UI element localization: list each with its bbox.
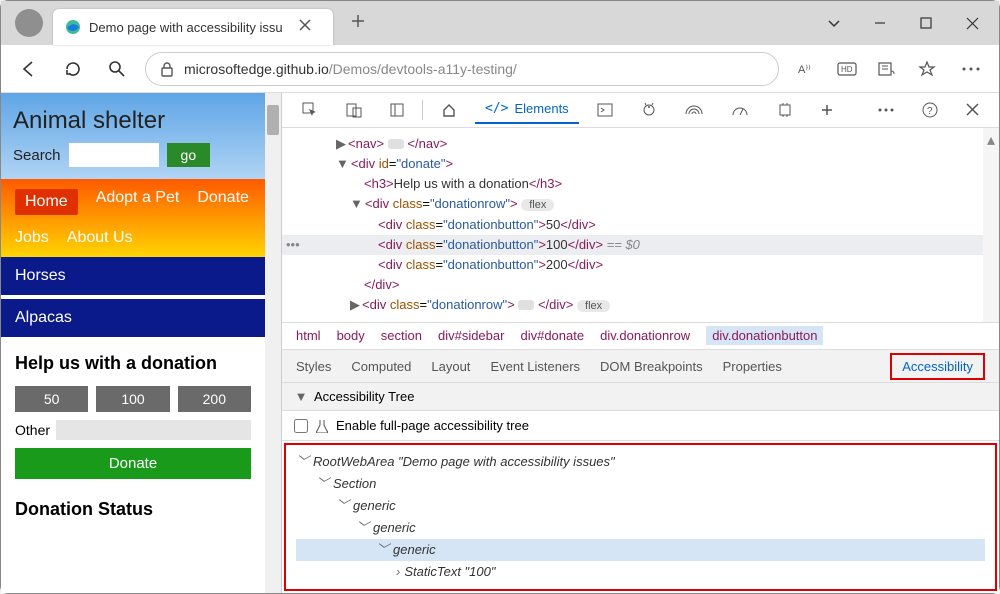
sidebar-item-alpacas[interactable]: Alpacas bbox=[1, 299, 265, 337]
back-button[interactable] bbox=[13, 53, 45, 85]
network-icon[interactable] bbox=[675, 98, 713, 122]
page-title: Animal shelter bbox=[13, 107, 253, 135]
tab-styles[interactable]: Styles bbox=[296, 359, 331, 374]
devtools-close-icon[interactable] bbox=[956, 96, 989, 124]
svg-text:HD: HD bbox=[841, 65, 853, 74]
url-box[interactable]: microsoftedge.github.io/Demos/devtools-a… bbox=[145, 52, 779, 86]
a11y-tree-header[interactable]: ▼Accessibility Tree bbox=[282, 383, 999, 411]
panel-icon[interactable] bbox=[380, 97, 414, 123]
tab-layout[interactable]: Layout bbox=[431, 359, 470, 374]
devtools-panel: </>Elements ? ▶<nav> </nav> ▼<div id="do… bbox=[281, 93, 999, 593]
amount-100[interactable]: 100 bbox=[96, 386, 169, 412]
maximize-button[interactable] bbox=[903, 3, 949, 43]
devtools-more-icon[interactable] bbox=[868, 96, 904, 124]
tab-actions-icon[interactable] bbox=[811, 3, 857, 43]
accessibility-panel: ▼Accessibility Tree Enable full-page acc… bbox=[282, 383, 999, 593]
performance-icon[interactable] bbox=[721, 97, 759, 123]
styles-tabs: Styles Computed Layout Event Listeners D… bbox=[282, 350, 999, 383]
flask-icon bbox=[316, 419, 328, 433]
devtools-toolbar: </>Elements ? bbox=[282, 93, 999, 128]
nav-about[interactable]: About Us bbox=[67, 229, 133, 247]
new-tab-button[interactable] bbox=[345, 8, 371, 39]
favorites-icon[interactable] bbox=[911, 53, 943, 85]
a11y-fullpage-option[interactable]: Enable full-page accessibility tree bbox=[282, 411, 999, 441]
tab-close-icon[interactable] bbox=[297, 16, 321, 38]
donation-status-heading: Donation Status bbox=[15, 499, 251, 520]
lock-icon bbox=[160, 61, 174, 77]
url-text: microsoftedge.github.io/Demos/devtools-a… bbox=[184, 61, 517, 77]
more-tabs-icon[interactable] bbox=[811, 98, 843, 122]
reader-icon[interactable] bbox=[871, 53, 903, 85]
tab-dom-breakpoints[interactable]: DOM Breakpoints bbox=[600, 359, 703, 374]
nav-jobs[interactable]: Jobs bbox=[15, 229, 49, 247]
other-input[interactable] bbox=[56, 420, 251, 440]
tab-computed[interactable]: Computed bbox=[351, 359, 411, 374]
tab-elements[interactable]: </>Elements bbox=[475, 95, 579, 124]
nav-home[interactable]: Home bbox=[15, 189, 78, 215]
console-icon[interactable] bbox=[587, 97, 623, 123]
window-controls bbox=[811, 3, 995, 43]
inspect-icon[interactable] bbox=[292, 96, 328, 124]
nav-adopt[interactable]: Adopt a Pet bbox=[96, 189, 180, 215]
sidebar-item-horses[interactable]: Horses bbox=[1, 257, 265, 295]
svg-text:A⁾⁾: A⁾⁾ bbox=[798, 64, 811, 76]
go-button[interactable]: go bbox=[167, 143, 211, 167]
search-button-icon[interactable] bbox=[101, 53, 133, 85]
more-icon[interactable] bbox=[955, 53, 987, 85]
tab-properties[interactable]: Properties bbox=[723, 359, 782, 374]
amount-200[interactable]: 200 bbox=[178, 386, 251, 412]
page-viewport: Animal shelter Search go Home Adopt a Pe… bbox=[1, 93, 281, 593]
nav-donate[interactable]: Donate bbox=[197, 189, 249, 215]
amount-50[interactable]: 50 bbox=[15, 386, 88, 412]
window-titlebar: Demo page with accessibility issu bbox=[1, 1, 999, 45]
dom-tree[interactable]: ▶<nav> </nav> ▼<div id="donate"> <h3>Hel… bbox=[282, 128, 983, 322]
dom-scrollbar[interactable]: ▴ bbox=[983, 128, 999, 322]
a11y-fullpage-checkbox[interactable] bbox=[294, 419, 308, 433]
close-button[interactable] bbox=[949, 3, 995, 43]
dom-breadcrumb[interactable]: html body section div#sidebar div#donate… bbox=[282, 322, 999, 351]
address-bar: microsoftedge.github.io/Demos/devtools-a… bbox=[1, 45, 999, 93]
hd-icon[interactable]: HD bbox=[831, 53, 863, 85]
donation-heading: Help us with a donation bbox=[15, 353, 251, 374]
other-label: Other bbox=[15, 422, 50, 438]
page-scrollbar[interactable] bbox=[265, 93, 281, 593]
read-aloud-icon[interactable]: A⁾⁾ bbox=[791, 53, 823, 85]
minimize-button[interactable] bbox=[857, 3, 903, 43]
refresh-button[interactable] bbox=[57, 53, 89, 85]
help-icon[interactable]: ? bbox=[912, 96, 948, 124]
a11y-tree[interactable]: ﹀RootWebArea "Demo page with accessibili… bbox=[284, 443, 997, 591]
donation-section: Help us with a donation 50 100 200 Other… bbox=[1, 337, 265, 548]
search-label: Search bbox=[13, 147, 61, 164]
device-icon[interactable] bbox=[336, 96, 372, 124]
tab-event-listeners[interactable]: Event Listeners bbox=[490, 359, 580, 374]
tab-accessibility[interactable]: Accessibility bbox=[890, 353, 985, 380]
page-hero: Animal shelter Search go bbox=[1, 93, 265, 179]
profile-avatar[interactable] bbox=[15, 9, 43, 37]
edge-icon bbox=[65, 19, 81, 35]
memory-icon[interactable] bbox=[767, 96, 803, 124]
donate-button[interactable]: Donate bbox=[15, 448, 251, 479]
svg-text:?: ? bbox=[927, 106, 933, 117]
search-input[interactable] bbox=[69, 143, 159, 167]
tab-title: Demo page with accessibility issu bbox=[89, 20, 289, 35]
browser-tab[interactable]: Demo page with accessibility issu bbox=[53, 9, 333, 45]
sources-icon[interactable] bbox=[631, 96, 667, 124]
page-nav: Home Adopt a Pet Donate Jobs About Us bbox=[1, 179, 265, 257]
welcome-icon[interactable] bbox=[431, 96, 467, 124]
